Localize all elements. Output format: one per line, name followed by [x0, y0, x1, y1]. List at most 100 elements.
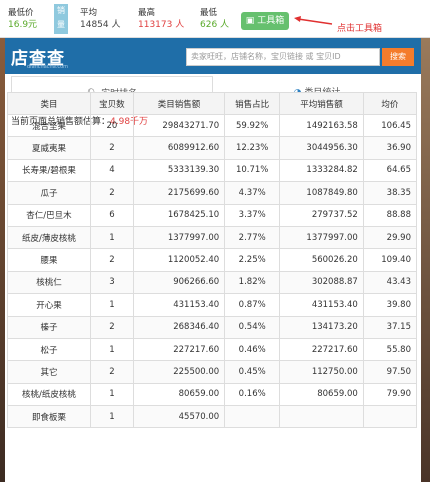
table-cell: 开心果 — [7, 293, 91, 317]
table-cell: 2 — [89, 136, 134, 160]
stat-value: 626 人 — [200, 20, 230, 30]
table-row: 混合坚果 20 29843271.70 59.92% 1492163.58 106.45 — [7, 113, 418, 138]
table-cell: 45570.00 — [132, 405, 226, 429]
stat-max: 最高 113173 人 — [138, 7, 184, 31]
table-cell: 106.45 — [362, 113, 418, 138]
table-cell: 29843271.70 — [132, 113, 226, 138]
table-cell: 38.35 — [362, 181, 418, 205]
stat-label: 平均 — [80, 8, 98, 18]
table-cell: 560026.20 — [279, 248, 364, 272]
stat-label: 最低 — [200, 8, 218, 18]
search-input[interactable]: 卖家旺旺，店铺名称，宝贝链接 或 宝贝ID — [186, 48, 380, 66]
table-row: 即食板栗 1 45570.00 — [7, 405, 418, 429]
table-cell: 2.25% — [224, 248, 281, 272]
table-cell: 39.80 — [362, 293, 418, 317]
table-cell: 64.65 — [362, 158, 418, 183]
table-cell: 43.43 — [362, 270, 418, 295]
table-row: 榛子 2 268346.40 0.54% 134173.20 37.15 — [7, 315, 418, 339]
table-cell: 80659.00 — [279, 382, 364, 407]
table-cell: 1333284.82 — [279, 158, 364, 183]
annotation-toolbox: 点击工具箱 — [337, 24, 383, 34]
table-row: 杏仁/巴旦木 6 1678425.10 3.37% 279737.52 88.88 — [7, 203, 418, 227]
table-cell: 134173.20 — [279, 315, 364, 339]
table-cell: 腰果 — [7, 248, 91, 272]
table-cell: 0.45% — [224, 360, 281, 384]
table-cell: 1377997.00 — [279, 225, 364, 250]
table-cell: 2.77% — [224, 225, 281, 250]
stat-min: 最低 626 人 — [200, 7, 229, 31]
table-cell: 纸皮/薄皮核桃 — [7, 225, 91, 250]
table-cell: 0.87% — [224, 293, 281, 317]
toolbox-icon: ▣ — [245, 16, 255, 26]
table-cell: 3.37% — [224, 203, 281, 227]
column-header[interactable]: 销售占比 — [224, 92, 281, 115]
column-header[interactable]: 宝贝数 — [89, 92, 134, 115]
table-cell: 2175699.60 — [132, 181, 226, 205]
table-row: 纸皮/薄皮核桃 1 1377997.00 2.77% 1377997.00 29.90 — [7, 225, 418, 250]
table-cell: 2 — [89, 315, 134, 339]
table-cell: 3 — [89, 270, 134, 295]
stat-label: 最高 — [138, 8, 156, 18]
table-cell: 1 — [89, 337, 134, 362]
table-row: 其它 2 225500.00 0.45% 112750.00 97.50 — [7, 360, 418, 384]
table-cell: 1 — [89, 405, 134, 429]
table-cell: 37.15 — [362, 315, 418, 339]
table-cell: 29.90 — [362, 225, 418, 250]
table-cell: 6089912.60 — [132, 136, 226, 160]
stat-average: 平均 14854 人 — [80, 7, 121, 31]
search-button[interactable]: 搜索 — [382, 48, 414, 66]
table-cell: 杏仁/巴旦木 — [7, 203, 91, 227]
table-cell: 3044956.30 — [279, 136, 364, 160]
table-cell: 55.80 — [362, 337, 418, 362]
sales-tag: 销量 — [54, 4, 68, 34]
table-cell: 109.40 — [362, 248, 418, 272]
category-table: 类目 宝贝数 类目销售额 销售占比 平均销售额 均价 混合坚果 20 2984327… — [7, 92, 418, 429]
table-row: 长寿果/碧根果 4 5333139.30 10.71% 1333284.82 64.65 — [7, 158, 418, 183]
table-cell: 0.16% — [224, 382, 281, 407]
toolbox-button[interactable]: ▣ 工具箱 — [241, 12, 289, 30]
table-cell: 榛子 — [7, 315, 91, 339]
column-header[interactable]: 均价 — [362, 92, 418, 115]
table-cell: 20 — [89, 113, 134, 138]
stat-min-price: 最低价 16.9元 — [8, 7, 37, 31]
top-stats-bar: 最低价 16.9元 销量 平均 14854 人 最高 113173 人 最低 6… — [0, 0, 430, 38]
table-cell: 1678425.10 — [132, 203, 226, 227]
watermark: 电商运营官 — [246, 446, 367, 471]
table-cell: 松子 — [7, 337, 91, 362]
table-cell: 227217.60 — [279, 337, 364, 362]
table-cell: 79.90 — [362, 382, 418, 407]
table-cell: 227217.60 — [132, 337, 226, 362]
table-row: 开心果 1 431153.40 0.87% 431153.40 39.80 — [7, 293, 418, 317]
table-cell: 268346.40 — [132, 315, 226, 339]
table-row: 腰果 2 1120052.40 2.25% 560026.20 109.40 — [7, 248, 418, 272]
table-header-row: 类目 宝贝数 类目销售额 销售占比 平均销售额 均价 — [7, 92, 418, 115]
table-cell: 1492163.58 — [279, 113, 364, 138]
column-header[interactable]: 类目销售额 — [132, 92, 226, 115]
table-cell: 1.82% — [224, 270, 281, 295]
table-cell: 225500.00 — [132, 360, 226, 384]
table-cell: 1 — [89, 293, 134, 317]
table-cell: 97.50 — [362, 360, 418, 384]
table-cell: 112750.00 — [279, 360, 364, 384]
stat-value: 113173 人 — [138, 20, 185, 30]
column-header[interactable]: 平均销售额 — [279, 92, 364, 115]
table-cell: 5333139.30 — [132, 158, 226, 183]
table-cell: 4.37% — [224, 181, 281, 205]
table-row: 核桃/纸皮核桃 1 80659.00 0.16% 80659.00 79.90 — [7, 382, 418, 407]
table-cell: 0.46% — [224, 337, 281, 362]
site-header: 店查查 dianchacha.com 卖家旺旺，店铺名称，宝贝链接 或 宝贝ID… — [5, 38, 421, 74]
table-cell: 302088.87 — [279, 270, 364, 295]
table-cell: 10.71% — [224, 158, 281, 183]
table-cell: 36.90 — [362, 136, 418, 160]
table-cell: 夏威夷果 — [7, 136, 91, 160]
table-cell: 906266.60 — [132, 270, 226, 295]
table-cell: 混合坚果 — [7, 113, 91, 138]
table-cell: 431153.40 — [279, 293, 364, 317]
table-cell: 其它 — [7, 360, 91, 384]
table-cell: 1120052.40 — [132, 248, 226, 272]
column-header[interactable]: 类目 — [7, 92, 91, 115]
table-row: 核桃仁 3 906266.60 1.82% 302088.87 43.43 — [7, 270, 418, 295]
table-cell: 12.23% — [224, 136, 281, 160]
table-cell: 4 — [89, 158, 134, 183]
table-cell: 431153.40 — [132, 293, 226, 317]
